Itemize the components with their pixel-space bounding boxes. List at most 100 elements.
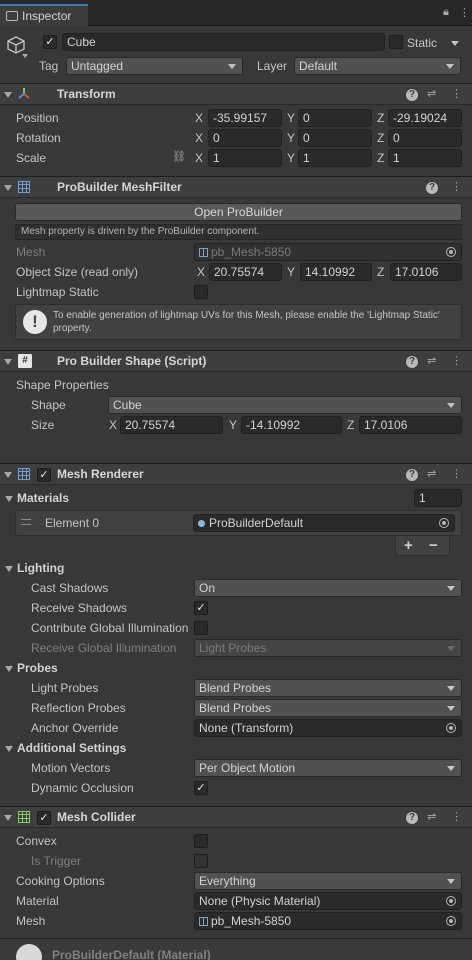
- layer-dropdown[interactable]: Default: [294, 57, 461, 75]
- object-size-y: 14.10992: [300, 263, 372, 281]
- lighting-label: Lighting: [17, 561, 65, 575]
- position-y-input[interactable]: 0: [298, 109, 372, 127]
- collider-material-label: Material: [16, 894, 59, 908]
- motion-vectors-dropdown[interactable]: Per Object Motion: [194, 759, 462, 777]
- meshfilter-icon: [18, 181, 30, 193]
- tag-dropdown[interactable]: Untagged: [66, 57, 243, 75]
- shape-size-y[interactable]: -14.10992: [241, 416, 342, 434]
- lock-icon[interactable]: 🔒︎: [443, 6, 449, 19]
- meshfilter-header[interactable]: ProBuilder MeshFilter ? ⋮: [0, 176, 472, 198]
- transform-title: Transform: [57, 87, 116, 101]
- material-preview-title: ProBuilderDefault (Material): [52, 948, 211, 960]
- probes-label: Probes: [17, 661, 58, 675]
- preset-icon[interactable]: ⇌: [427, 87, 436, 100]
- drag-handle-icon[interactable]: [21, 519, 31, 525]
- context-menu-icon[interactable]: ⋮: [451, 180, 462, 193]
- mesh-collider-icon: [18, 811, 30, 823]
- preset-icon[interactable]: ⇌: [427, 354, 436, 367]
- anchor-override-field[interactable]: None (Transform): [194, 719, 462, 737]
- lightmap-static-checkbox[interactable]: [194, 285, 208, 299]
- collider-material-field[interactable]: None (Physic Material): [194, 892, 462, 910]
- foldout-arrow[interactable]: [4, 359, 12, 365]
- help-icon[interactable]: ?: [426, 182, 438, 194]
- rotation-z-input[interactable]: 0: [388, 129, 462, 147]
- object-picker-icon[interactable]: [446, 896, 456, 906]
- position-x-input[interactable]: -35.99157: [208, 109, 282, 127]
- shape-size-x[interactable]: 20.75574: [120, 416, 223, 434]
- help-icon[interactable]: ?: [406, 356, 418, 368]
- reflection-probes-label: Reflection Probes: [31, 701, 126, 715]
- scale-x-input[interactable]: 1: [208, 149, 282, 167]
- preset-icon[interactable]: ⇌: [427, 810, 436, 823]
- dynamic-occlusion-checkbox[interactable]: ✓: [194, 781, 208, 795]
- collider-mesh-field[interactable]: pb_Mesh-5850: [194, 912, 462, 930]
- foldout-arrow[interactable]: [4, 185, 12, 191]
- reflection-probes-dropdown[interactable]: Blend Probes: [194, 699, 462, 717]
- add-element-button[interactable]: +: [404, 537, 413, 554]
- axis-x-label: X: [195, 131, 204, 145]
- help-icon[interactable]: ?: [406, 812, 418, 824]
- object-name-input[interactable]: Cube: [62, 33, 385, 51]
- constrain-proportions-icon[interactable]: ⛓︎: [172, 150, 186, 163]
- icon-dropdown-arrow[interactable]: [22, 54, 28, 58]
- object-picker-icon[interactable]: [439, 518, 449, 528]
- axis-y-label: Y: [287, 111, 296, 125]
- probes-foldout[interactable]: [5, 666, 13, 672]
- shape-dropdown[interactable]: Cube: [108, 396, 462, 414]
- mesh-renderer-header[interactable]: ✓ Mesh Renderer ? ⇌ ⋮: [0, 463, 472, 485]
- static-dropdown-arrow[interactable]: [451, 41, 459, 46]
- context-menu-icon[interactable]: ⋮: [451, 467, 462, 480]
- position-label: Position: [16, 111, 59, 125]
- help-icon[interactable]: ?: [406, 89, 418, 101]
- element-0-label: Element 0: [45, 516, 100, 530]
- context-menu-icon[interactable]: ⋮: [451, 354, 462, 367]
- contribute-gi-checkbox[interactable]: [194, 621, 208, 635]
- open-probuilder-button[interactable]: Open ProBuilder: [15, 203, 462, 221]
- element-0-value: ProBuilderDefault: [209, 516, 304, 530]
- foldout-arrow[interactable]: [4, 815, 12, 821]
- mesh-renderer-enabled-checkbox[interactable]: ✓: [37, 468, 51, 482]
- scale-z-input[interactable]: 1: [388, 149, 462, 167]
- scale-y-input[interactable]: 1: [298, 149, 372, 167]
- foldout-arrow[interactable]: [4, 472, 12, 478]
- light-probes-dropdown[interactable]: Blend Probes: [194, 679, 462, 697]
- cast-shadows-dropdown[interactable]: On: [194, 579, 462, 597]
- tab-menu-icon[interactable]: ⋮: [459, 6, 470, 19]
- context-menu-icon[interactable]: ⋮: [451, 810, 462, 823]
- object-picker-icon[interactable]: [446, 723, 456, 733]
- convex-checkbox[interactable]: [194, 834, 208, 848]
- rotation-y-input[interactable]: 0: [298, 129, 372, 147]
- materials-size-input[interactable]: 1: [414, 489, 462, 507]
- remove-element-button[interactable]: −: [429, 537, 438, 554]
- meshfilter-info: Mesh property is driven by the ProBuilde…: [15, 224, 462, 240]
- axis-x-label: X: [109, 418, 118, 432]
- motion-vectors-label: Motion Vectors: [31, 761, 111, 775]
- materials-label: Materials: [17, 491, 70, 505]
- axis-y-label: Y: [287, 265, 296, 279]
- materials-foldout[interactable]: [5, 496, 13, 502]
- cooking-options-dropdown[interactable]: Everything: [194, 872, 462, 890]
- mesh-collider-header[interactable]: ✓ Mesh Collider ? ⇌ ⋮: [0, 806, 472, 828]
- tab-inspector[interactable]: Inspector: [0, 4, 88, 26]
- cast-shadows-label: Cast Shadows: [31, 581, 109, 595]
- mesh-collider-enabled-checkbox[interactable]: ✓: [37, 811, 51, 825]
- position-z-input[interactable]: -29.19024: [388, 109, 462, 127]
- shape-header[interactable]: # Pro Builder Shape (Script) ? ⇌ ⋮: [0, 350, 472, 372]
- info-icon: !: [23, 310, 47, 334]
- context-menu-icon[interactable]: ⋮: [451, 87, 462, 100]
- element-0-field[interactable]: ProBuilderDefault: [193, 514, 455, 532]
- lightmap-help-box: ! To enable generation of lightmap UVs f…: [15, 304, 462, 340]
- rotation-x-input[interactable]: 0: [208, 129, 282, 147]
- lighting-foldout[interactable]: [5, 566, 13, 572]
- transform-header[interactable]: Transform ? ⇌ ⋮: [0, 83, 472, 105]
- foldout-arrow[interactable]: [4, 92, 12, 98]
- object-picker-icon[interactable]: [446, 916, 456, 926]
- additional-settings-foldout[interactable]: [5, 746, 13, 752]
- preset-icon[interactable]: ⇌: [427, 467, 436, 480]
- active-checkbox[interactable]: ✓: [43, 35, 57, 49]
- shape-size-z[interactable]: 17.0106: [359, 416, 462, 434]
- static-checkbox[interactable]: [389, 35, 403, 49]
- receive-shadows-checkbox[interactable]: ✓: [194, 601, 208, 615]
- axis-z-label: Z: [347, 418, 355, 432]
- help-icon[interactable]: ?: [406, 469, 418, 481]
